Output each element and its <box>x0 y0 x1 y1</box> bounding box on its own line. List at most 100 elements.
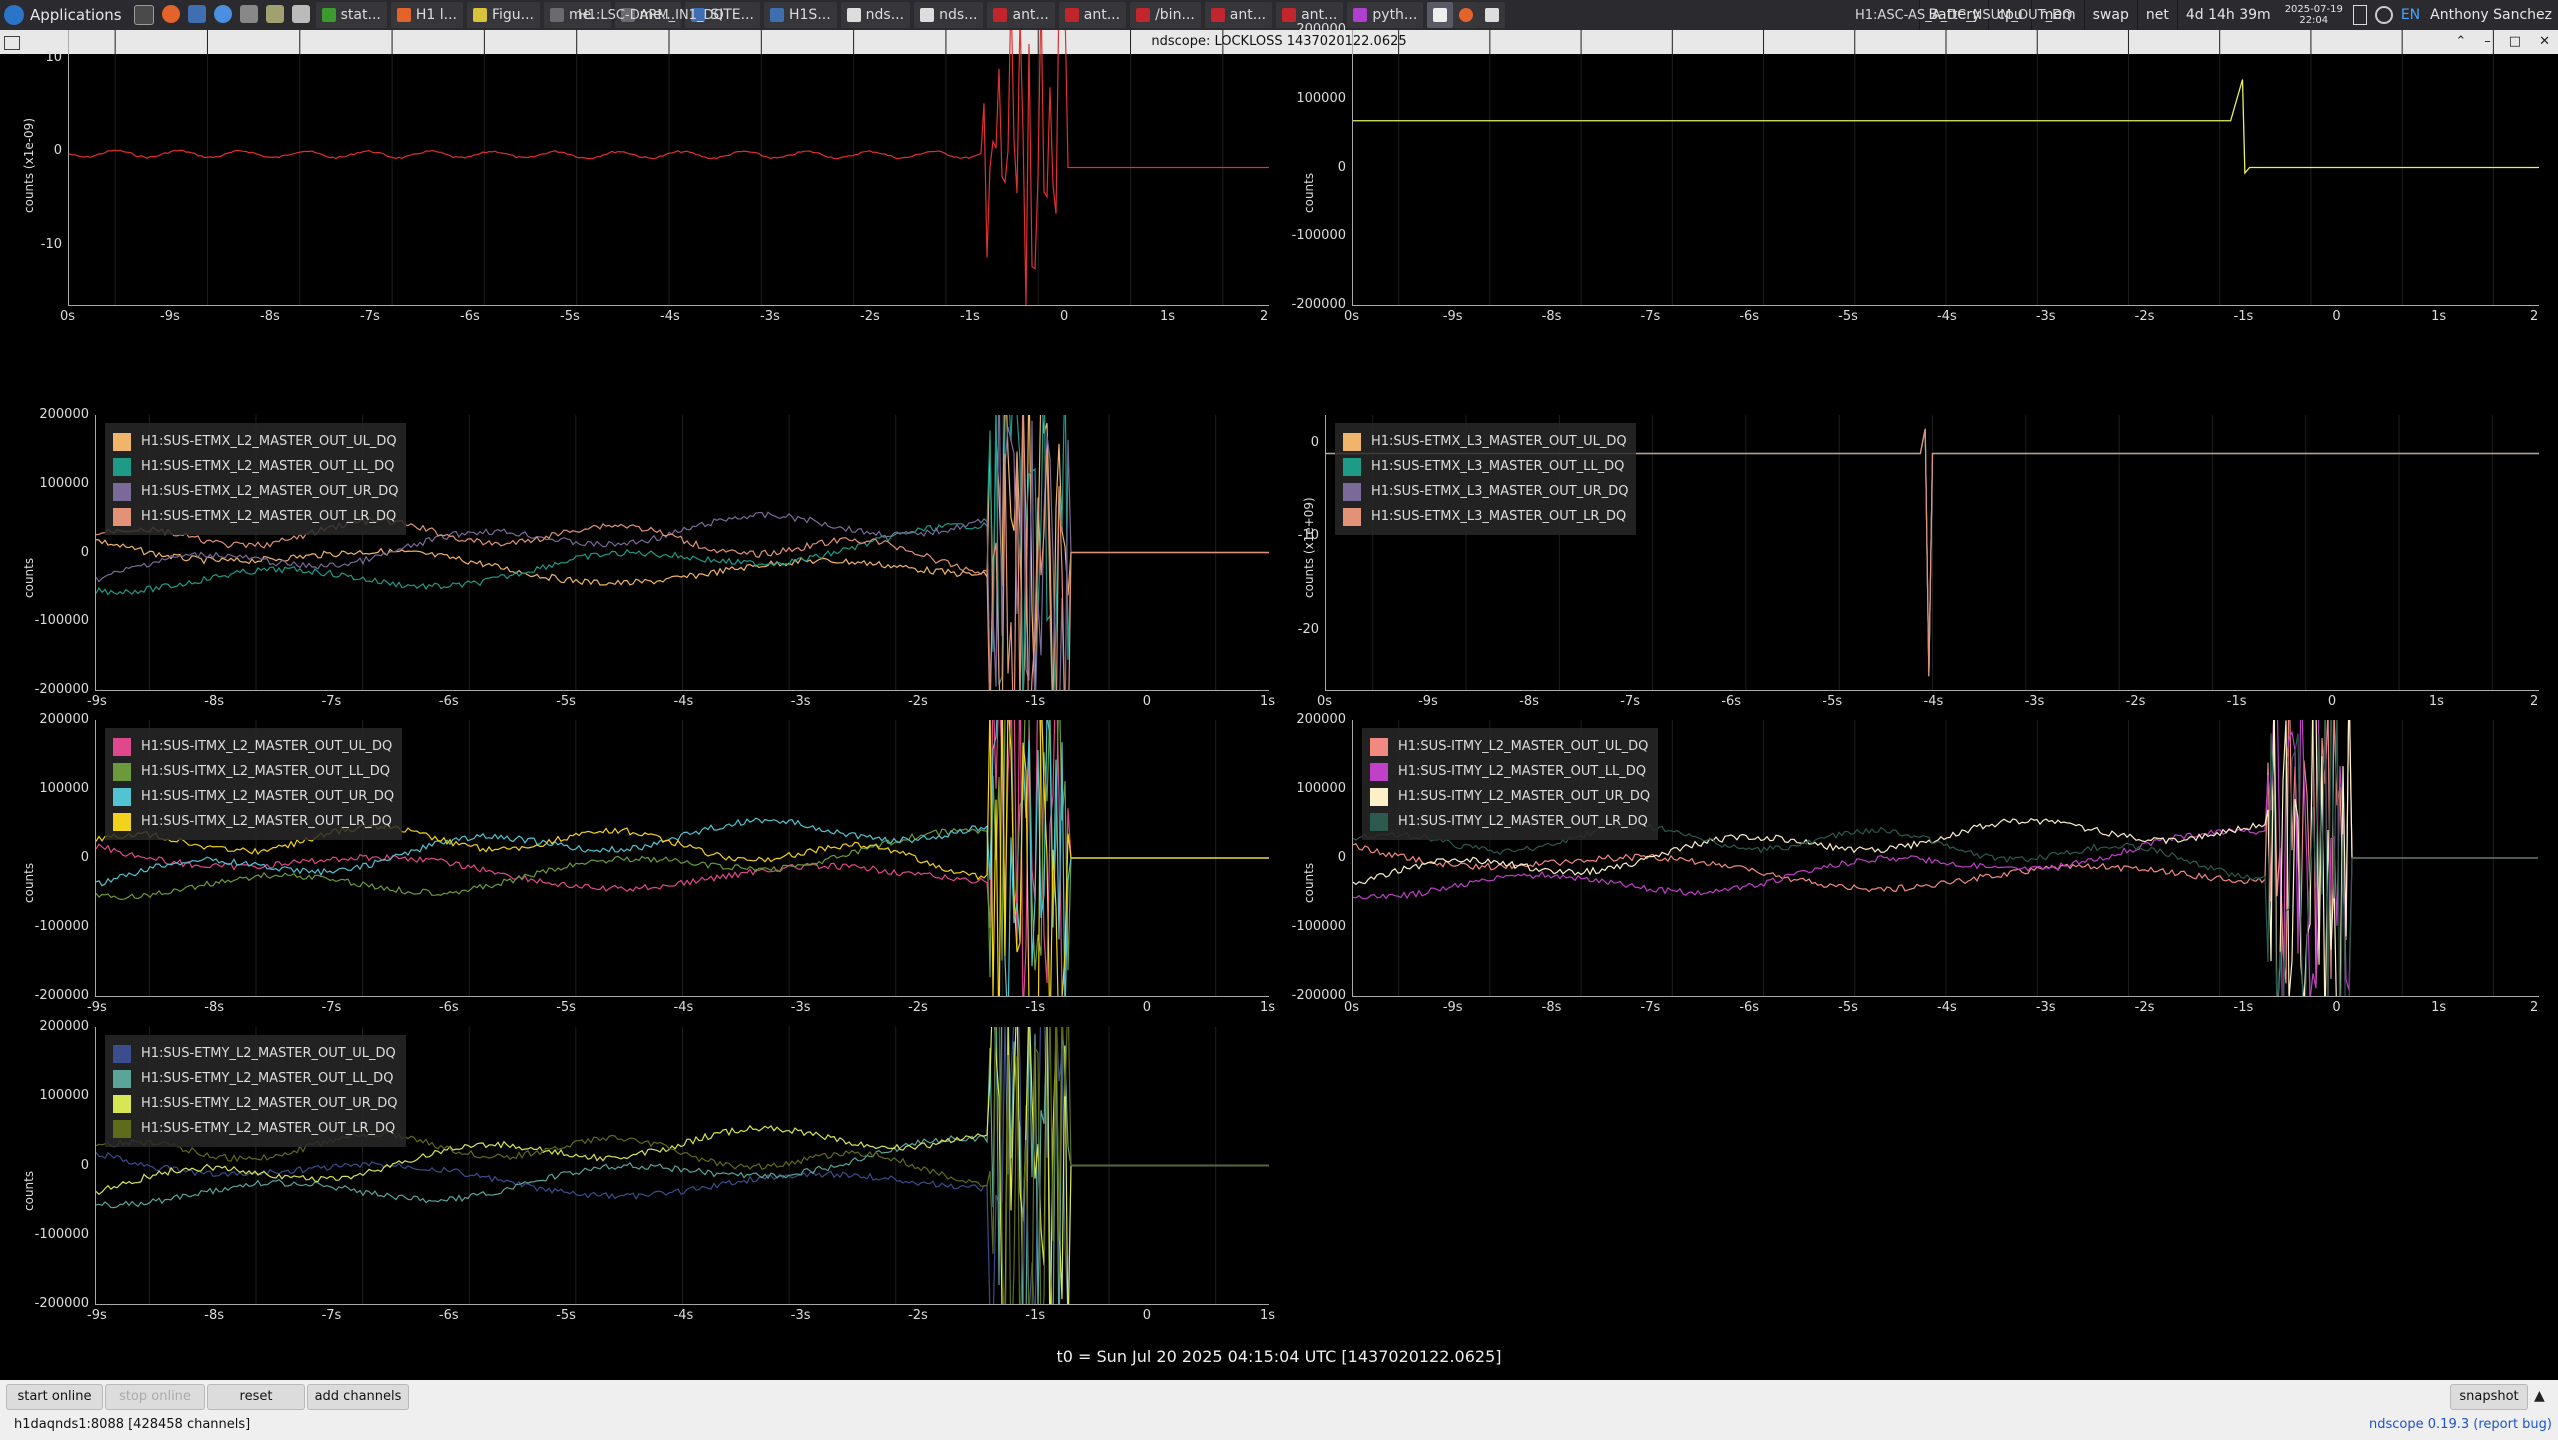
legend-item[interactable]: H1:SUS-ETMX_L3_MASTER_OUT_UL_DQ <box>1343 429 1628 454</box>
task-window[interactable] <box>1479 2 1506 28</box>
legend-item[interactable]: H1:SUS-ETMX_L2_MASTER_OUT_LL_DQ <box>113 454 398 479</box>
plot-legend[interactable]: H1:SUS-ETMX_L2_MASTER_OUT_UL_DQ H1:SUS-ET… <box>105 423 407 535</box>
task-label: ant... <box>1301 7 1338 23</box>
taskbar-task[interactable]: stat... <box>315 2 387 28</box>
legend-label: H1:SUS-ETMX_L2_MASTER_OUT_UR_DQ <box>141 484 399 499</box>
x-tick-label: -1s <box>2233 1000 2254 1015</box>
battery-icon[interactable] <box>2352 5 2367 25</box>
x-tick-label: 2 <box>2530 309 2539 324</box>
x-tick-label: -8s <box>204 1308 225 1323</box>
plot-legend[interactable]: H1:SUS-ETMX_L3_MASTER_OUT_UL_DQ H1:SUS-ET… <box>1335 423 1637 535</box>
y-tick-label: -200000 <box>34 988 89 1003</box>
y-tick-label: -200000 <box>1291 297 1346 312</box>
legend-label: H1:SUS-ETMX_L3_MASTER_OUT_UL_DQ <box>1371 434 1627 449</box>
legend-item[interactable]: H1:SUS-ETMX_L2_MASTER_OUT_UR_DQ <box>113 479 398 504</box>
taskbar-task[interactable]: /bin... <box>1130 2 1201 28</box>
legend-item[interactable]: H1:SUS-ETMX_L2_MASTER_OUT_LR_DQ <box>113 504 398 529</box>
x-tick-label: -8s <box>1541 1000 1562 1015</box>
monitor-swap[interactable]: swap <box>2083 0 2137 30</box>
taskbar-task[interactable]: nds... <box>840 2 911 28</box>
plot-canvas <box>69 30 1269 305</box>
plot-area[interactable] <box>68 30 1269 306</box>
legend-item[interactable]: H1:SUS-ETMX_L3_MASTER_OUT_LL_DQ <box>1343 454 1628 479</box>
legend-label: H1:SUS-ITMX_L2_MASTER_OUT_UL_DQ <box>141 739 393 754</box>
editor-launcher-icon[interactable] <box>291 5 310 23</box>
task-app-icon <box>396 8 411 22</box>
snapshot-button[interactable]: snapshot <box>2450 1384 2528 1410</box>
x-tick-label: -9s <box>1442 1000 1463 1015</box>
legend-item[interactable]: H1:SUS-ITMX_L2_MASTER_OUT_LL_DQ <box>113 759 394 784</box>
reset-button[interactable]: reset <box>207 1384 305 1410</box>
taskbar-task[interactable]: ant... <box>987 2 1055 28</box>
taskbar-task[interactable]: ant... <box>1058 2 1127 28</box>
x-tick-label: -4s <box>1923 694 1944 709</box>
clock[interactable]: 2025-07-19 22:04 <box>2279 4 2349 26</box>
legend-item[interactable]: H1:SUS-ITMY_L2_MASTER_OUT_UL_DQ <box>1370 734 1650 759</box>
legend-item[interactable]: H1:SUS-ITMX_L2_MASTER_OUT_LR_DQ <box>113 809 394 834</box>
legend-item[interactable]: H1:SUS-ITMY_L2_MASTER_OUT_UR_DQ <box>1370 784 1650 809</box>
window-menu-icon[interactable] <box>4 36 20 50</box>
report-bug-link[interactable]: (report bug) <box>2473 1417 2552 1432</box>
x-tick-label: -9s <box>1418 694 1438 709</box>
legend-item[interactable]: H1:SUS-ITMX_L2_MASTER_OUT_UR_DQ <box>113 784 394 809</box>
app-name-link[interactable]: ndscope <box>2369 1417 2424 1432</box>
add-channels-button[interactable]: add channels <box>307 1384 409 1410</box>
terminal-launcher-icon[interactable] <box>133 5 154 25</box>
legend-label: H1:SUS-ITMY_L2_MASTER_OUT_UL_DQ <box>1398 739 1649 754</box>
monitor-net[interactable]: net <box>2136 0 2177 30</box>
legend-item[interactable]: H1:SUS-ETMX_L3_MASTER_OUT_UR_DQ <box>1343 479 1628 504</box>
taskbar-task[interactable]: H1S... <box>764 2 837 28</box>
y-tick-label: 0 <box>53 143 62 158</box>
task-ndscope-active[interactable] <box>1427 2 1454 28</box>
user-name[interactable]: Anthony Sanchez <box>2424 7 2558 23</box>
x-tick-label: -6s <box>1739 1000 1760 1015</box>
legend-item[interactable]: H1:SUS-ITMX_L2_MASTER_OUT_UL_DQ <box>113 734 394 759</box>
x-tick-label: -2s <box>908 694 928 709</box>
window-icon <box>1485 8 1500 22</box>
plot-area[interactable] <box>1352 30 2539 306</box>
legend-item[interactable]: H1:SUS-ETMY_L2_MASTER_OUT_UR_DQ <box>113 1091 398 1116</box>
tools-launcher-icon[interactable] <box>265 5 284 23</box>
legend-item[interactable]: H1:SUS-ETMY_L2_MASTER_OUT_UL_DQ <box>113 1041 398 1066</box>
x-tick-label: 0 <box>2332 309 2341 324</box>
task-app-icon <box>920 8 935 22</box>
version-link[interactable]: 0.19.3 <box>2428 1417 2469 1432</box>
applications-menu[interactable]: Applications <box>0 5 128 25</box>
collapse-up-icon[interactable]: ▲ <box>2534 1388 2545 1404</box>
firefox-launcher-icon[interactable] <box>161 5 180 23</box>
legend-item[interactable]: H1:SUS-ETMY_L2_MASTER_OUT_LL_DQ <box>113 1066 398 1091</box>
x-tick-label: -2s <box>860 309 880 324</box>
plot-legend[interactable]: H1:SUS-ITMY_L2_MASTER_OUT_UL_DQ H1:SUS-IT… <box>1362 728 1659 840</box>
browser-launcher-icon[interactable] <box>213 5 232 23</box>
legend-item[interactable]: H1:SUS-ITMY_L2_MASTER_OUT_LL_DQ <box>1370 759 1650 784</box>
taskbar-task[interactable]: pyth... <box>1347 2 1424 28</box>
x-tick-label: -7s <box>1620 694 1640 709</box>
x-tick-label: -1s <box>2233 309 2254 324</box>
legend-item[interactable]: H1:SUS-ETMX_L2_MASTER_OUT_UL_DQ <box>113 429 398 454</box>
taskbar-task[interactable]: Figu... <box>466 2 541 28</box>
plot-legend[interactable]: H1:SUS-ITMX_L2_MASTER_OUT_UL_DQ H1:SUS-IT… <box>105 728 403 840</box>
legend-item[interactable]: H1:SUS-ETMX_L3_MASTER_OUT_LR_DQ <box>1343 504 1628 529</box>
taskbar-task[interactable]: nds... <box>914 2 984 28</box>
keyboard-layout[interactable]: EN <box>2397 7 2424 23</box>
x-tick-label: -3s <box>790 1000 811 1015</box>
taskbar-task[interactable]: H1 l... <box>390 2 463 28</box>
legend-item[interactable]: H1:SUS-ETMY_L2_MASTER_OUT_LR_DQ <box>113 1116 398 1141</box>
plot-legend[interactable]: H1:SUS-ETMY_L2_MASTER_OUT_UL_DQ H1:SUS-ET… <box>105 1035 406 1147</box>
x-tick-label: 1s <box>1160 309 1176 324</box>
legend-label: H1:SUS-ETMY_L2_MASTER_OUT_LR_DQ <box>141 1121 396 1136</box>
files-launcher-icon[interactable] <box>187 5 206 23</box>
version-info: ndscope 0.19.3 (report bug) <box>2369 1417 2552 1432</box>
task-firefox[interactable] <box>1453 2 1480 28</box>
network-icon[interactable] <box>2374 6 2393 24</box>
x-tick-label: 0 <box>1142 1308 1151 1323</box>
share-launcher-icon[interactable] <box>239 5 258 23</box>
start-online-button[interactable]: start online <box>6 1384 103 1410</box>
y-tick-label: -200000 <box>1291 988 1346 1003</box>
x-tick-label: -9s <box>87 1000 107 1015</box>
taskbar-task[interactable]: ant... <box>1204 2 1273 28</box>
legend-item[interactable]: H1:SUS-ITMY_L2_MASTER_OUT_LR_DQ <box>1370 809 1650 834</box>
task-label: pyth... <box>1372 7 1418 23</box>
close-icon[interactable]: ✕ <box>2539 30 2550 54</box>
stop-online-button[interactable]: stop online <box>105 1384 205 1410</box>
